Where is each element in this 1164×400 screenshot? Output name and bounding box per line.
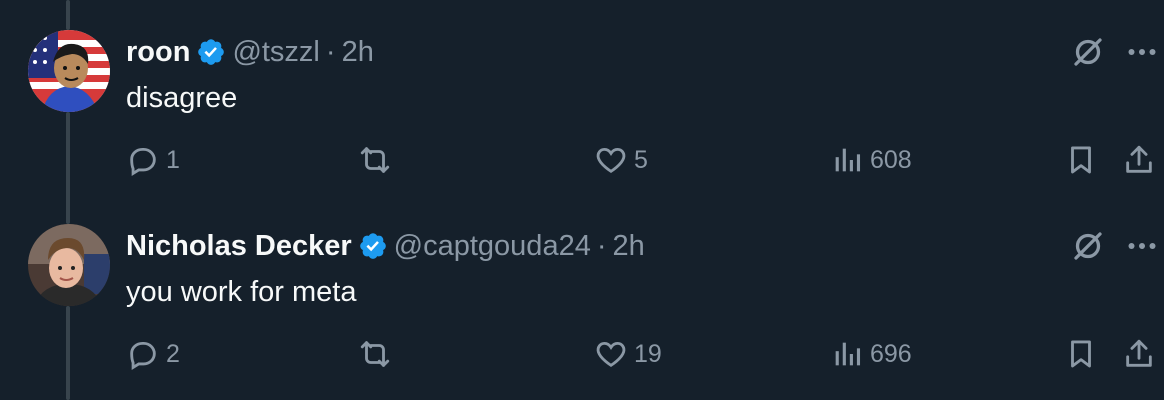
views-chart-icon [830, 337, 864, 371]
views-chart-icon [830, 143, 864, 177]
verified-badge-icon [196, 37, 226, 67]
tweet-header: roon @tszzl · 2h [126, 34, 374, 70]
separator-dot: · [596, 230, 607, 262]
reply-count: 2 [166, 339, 180, 368]
more-icon[interactable] [1122, 226, 1162, 266]
conversation-thread: roon @tszzl · 2h disagree 1 5 608 Nichol… [0, 0, 1164, 400]
author-handle[interactable]: @captgouda24 [394, 228, 591, 264]
share-icon [1122, 337, 1156, 371]
like-button[interactable]: 19 [594, 334, 662, 374]
views-button[interactable]: 608 [830, 140, 912, 180]
like-count: 19 [634, 339, 662, 368]
tweet-text: disagree [126, 82, 238, 114]
avatar[interactable] [28, 224, 110, 306]
reply-button[interactable]: 2 [126, 334, 180, 374]
tweet[interactable]: roon @tszzl · 2h disagree 1 5 608 [0, 0, 1164, 194]
views-button[interactable]: 696 [830, 334, 912, 374]
tweet-time[interactable]: 2h [342, 34, 374, 70]
retweet-button[interactable] [358, 140, 398, 180]
avatar[interactable] [28, 30, 110, 112]
retweet-button[interactable] [358, 334, 398, 374]
tweet-text: you work for meta [126, 276, 357, 308]
bookmark-button[interactable] [1064, 140, 1098, 180]
reply-button[interactable]: 1 [126, 140, 180, 180]
bookmark-icon [1064, 143, 1098, 177]
author-name[interactable]: roon [126, 34, 190, 70]
grok-icon[interactable] [1068, 32, 1108, 72]
bookmark-button[interactable] [1064, 334, 1098, 374]
like-count: 5 [634, 145, 648, 174]
reply-icon [126, 143, 160, 177]
tweet-actions: 2 19 696 [0, 334, 1164, 374]
share-icon [1122, 143, 1156, 177]
share-button[interactable] [1122, 334, 1156, 374]
tweet-actions: 1 5 608 [0, 140, 1164, 180]
verified-badge-icon [358, 231, 388, 261]
retweet-icon [358, 143, 392, 177]
heart-icon [594, 143, 628, 177]
more-icon[interactable] [1122, 32, 1162, 72]
grok-icon[interactable] [1068, 226, 1108, 266]
tweet-time[interactable]: 2h [613, 228, 645, 264]
share-button[interactable] [1122, 140, 1156, 180]
retweet-icon [358, 337, 392, 371]
bookmark-icon [1064, 337, 1098, 371]
author-name[interactable]: Nicholas Decker [126, 228, 352, 264]
separator-dot: · [325, 36, 336, 68]
author-handle[interactable]: @tszzl [232, 34, 319, 70]
tweet-header: Nicholas Decker @captgouda24 · 2h [126, 228, 645, 264]
reply-count: 1 [166, 145, 180, 174]
like-button[interactable]: 5 [594, 140, 648, 180]
view-count: 608 [870, 145, 912, 174]
heart-icon [594, 337, 628, 371]
tweet[interactable]: Nicholas Decker @captgouda24 · 2h you wo… [0, 194, 1164, 388]
view-count: 696 [870, 339, 912, 368]
reply-icon [126, 337, 160, 371]
